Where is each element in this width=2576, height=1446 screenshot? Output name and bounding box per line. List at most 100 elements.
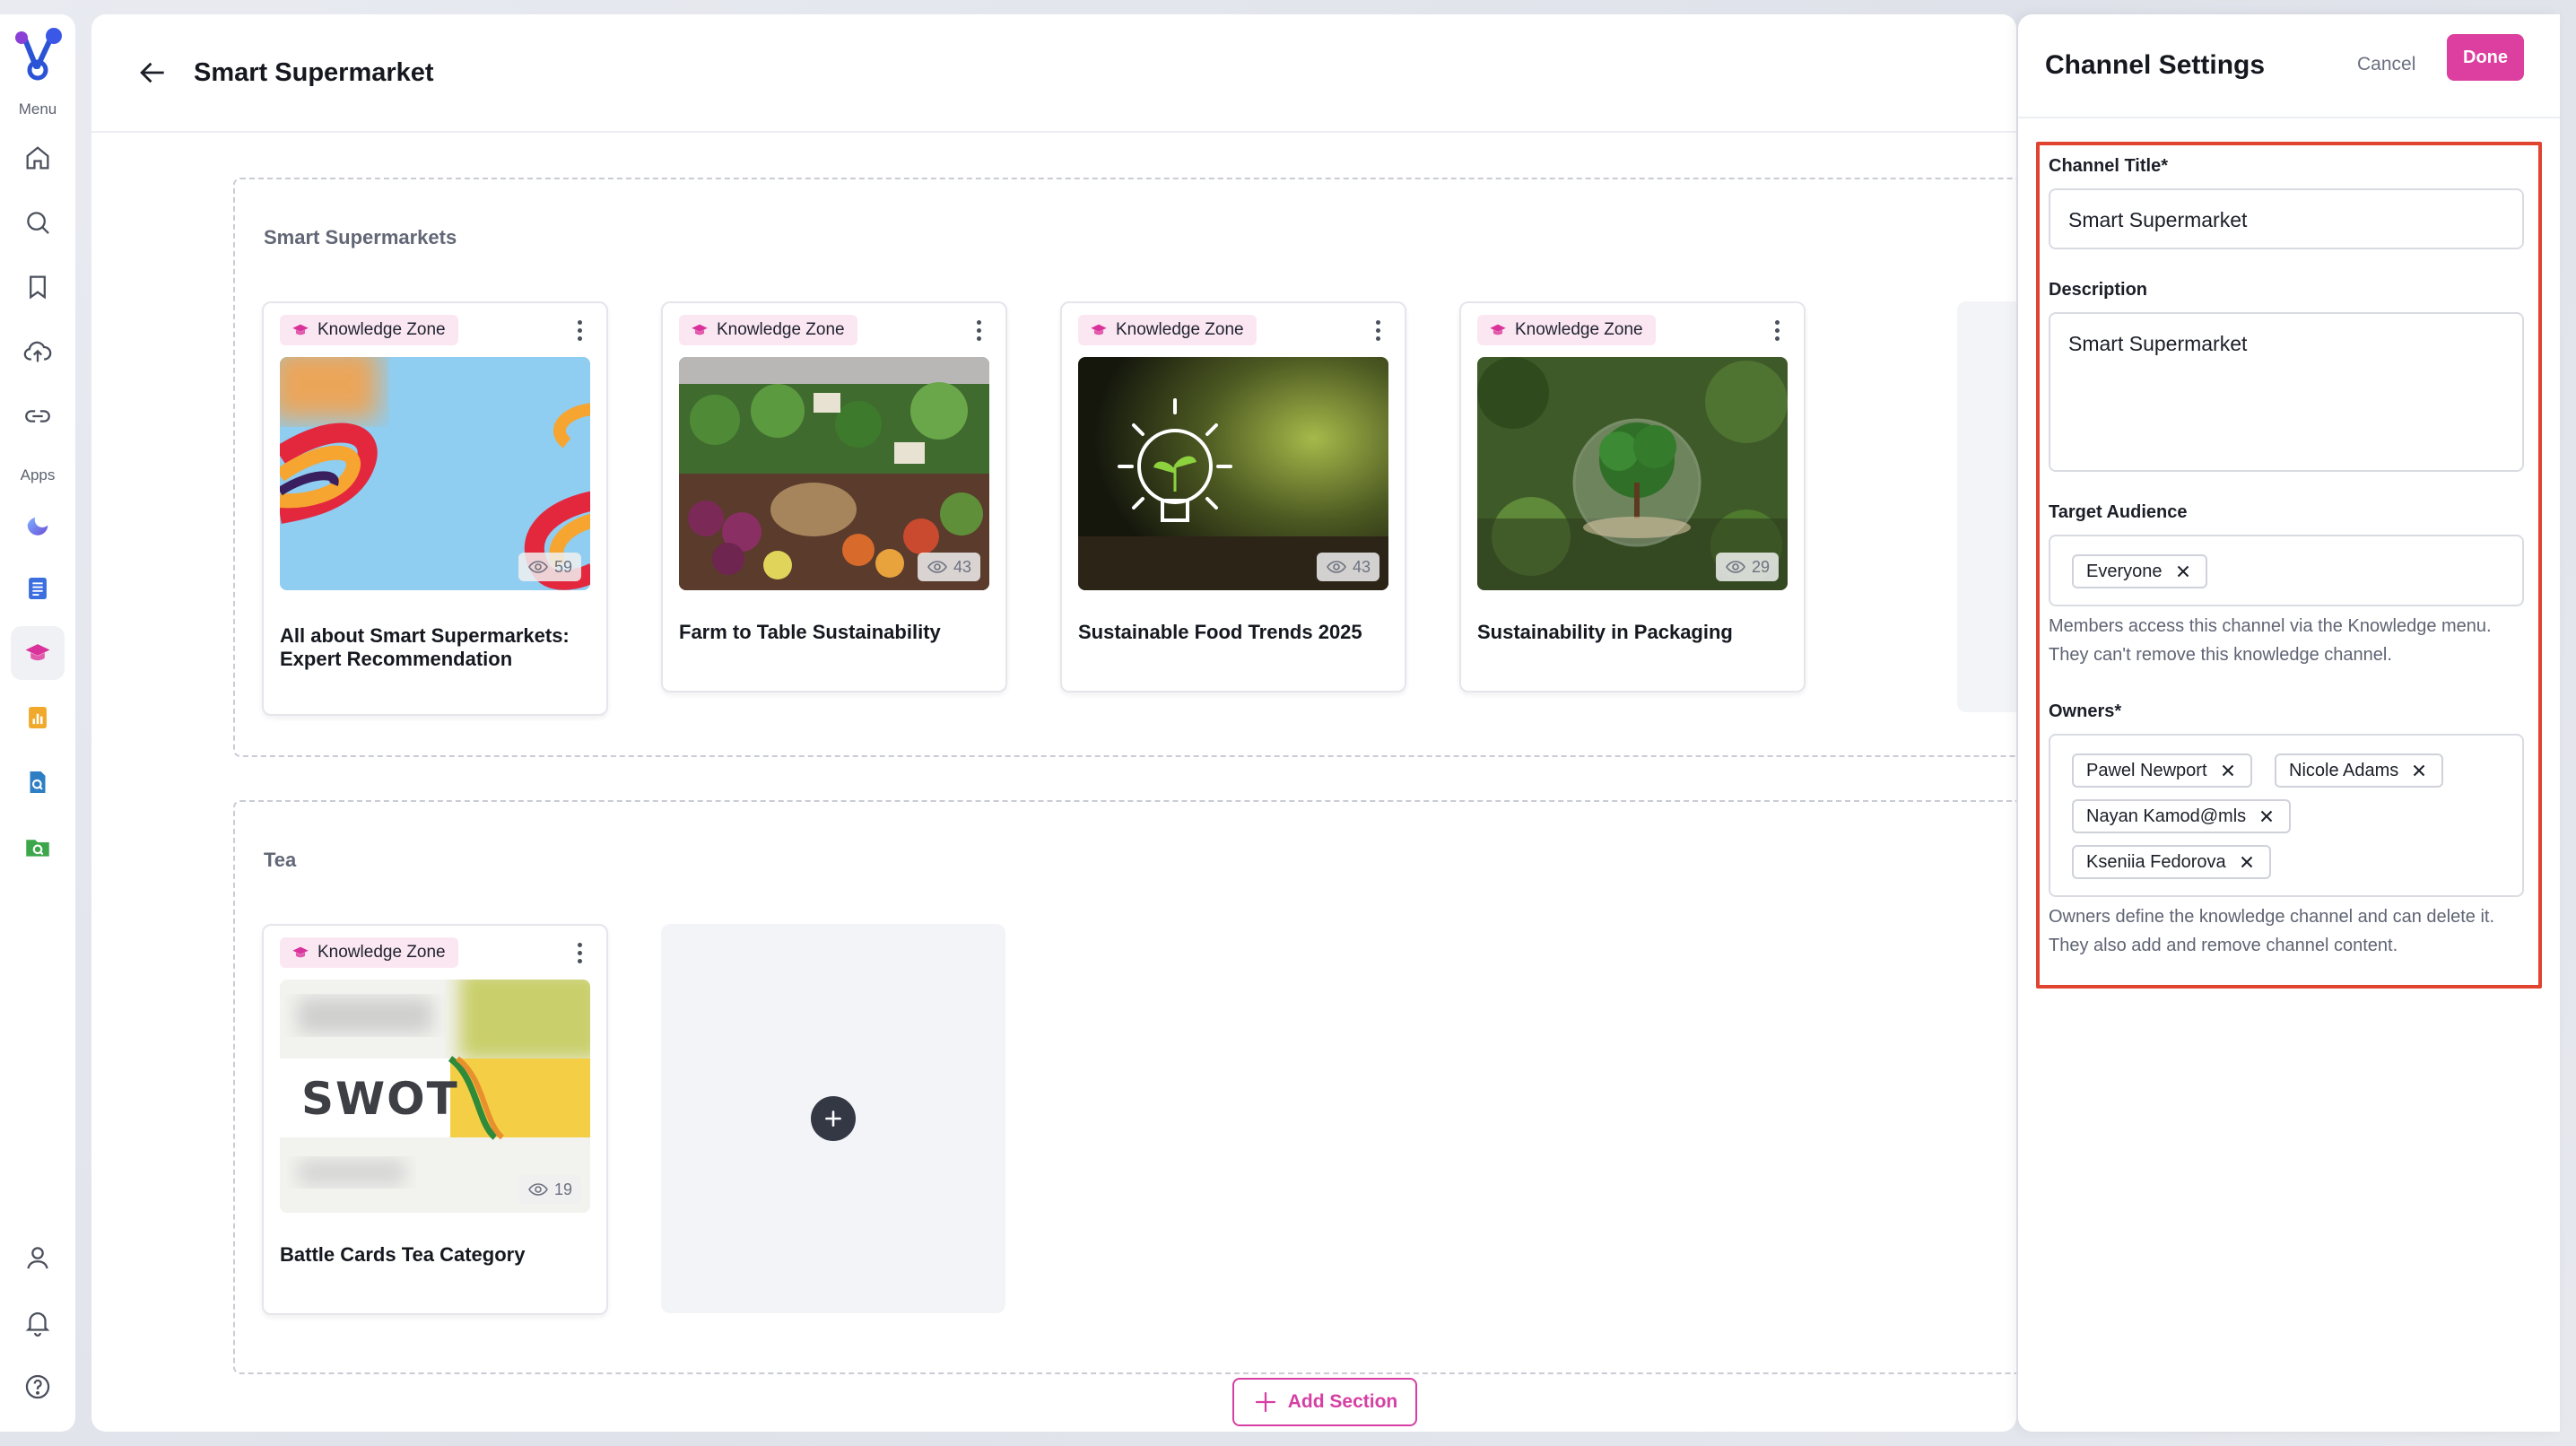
panel-title: Channel Settings (2045, 50, 2266, 80)
page-title: Smart Supermarket (194, 57, 434, 87)
card-menu-icon[interactable] (1766, 316, 1788, 344)
knowledge-zone-badge: Knowledge Zone (1477, 315, 1656, 345)
view-count: 29 (1715, 553, 1779, 581)
card-menu-icon[interactable] (968, 316, 989, 344)
chart-app-icon[interactable] (11, 691, 65, 745)
knowledge-app-icon[interactable] (11, 626, 65, 680)
badge-label: Knowledge Zone (318, 943, 446, 962)
view-count-value: 43 (1352, 557, 1371, 576)
description-value: Smart Supermarket (2068, 332, 2248, 355)
card-title: Battle Cards Tea Category (280, 1243, 526, 1266)
card-menu-icon[interactable] (569, 938, 590, 967)
left-rail: Menu Apps (0, 14, 75, 1432)
badge-label: Knowledge Zone (717, 320, 845, 339)
chip-label: Nayan Kamod@mls (2086, 806, 2247, 826)
folder-search-app-icon[interactable] (11, 820, 65, 874)
swot-thumbnail-text: SWOT (301, 1073, 459, 1125)
done-button[interactable]: Done (2447, 34, 2524, 81)
channel-title-input[interactable]: Smart Supermarket (2049, 188, 2524, 249)
view-count: 59 (518, 553, 581, 581)
back-arrow-icon[interactable] (133, 53, 172, 92)
remove-chip-icon[interactable] (2173, 562, 2193, 581)
card-thumbnail: SWOT 19 (280, 980, 590, 1213)
upload-icon[interactable] (11, 325, 65, 379)
add-section-label: Add Section (1287, 1391, 1398, 1412)
chip-label: Everyone (2086, 561, 2163, 581)
audience-chip: Everyone (2072, 554, 2207, 588)
target-audience-label: Target Audience (2049, 502, 2188, 522)
card-menu-icon[interactable] (1367, 316, 1388, 344)
card-menu-icon[interactable] (569, 316, 590, 344)
add-content-button[interactable] (811, 1096, 856, 1141)
app-logo[interactable] (9, 25, 66, 83)
view-count-value: 19 (553, 1180, 572, 1198)
owner-chip: Nicole Adams (2275, 753, 2444, 788)
remove-chip-icon[interactable] (2237, 852, 2257, 872)
owners-field[interactable]: Pawel Newport Nicole Adams Nayan Kamod@m… (2049, 734, 2524, 897)
remove-chip-icon[interactable] (2218, 761, 2238, 780)
view-count-value: 29 (1751, 557, 1770, 576)
card-thumbnail: 43 (1078, 357, 1388, 590)
view-count: 43 (917, 553, 980, 581)
eye-icon (528, 561, 548, 573)
home-icon[interactable] (11, 131, 65, 185)
view-count: 43 (1316, 553, 1379, 581)
chip-label: Pawel Newport (2086, 760, 2207, 780)
view-count: 19 (518, 1175, 581, 1204)
add-content-placeholder[interactable] (661, 924, 1005, 1313)
owners-help-text: Owners define the knowledge channel and … (2049, 907, 2495, 955)
add-section-button[interactable]: Add Section (1232, 1378, 1417, 1426)
help-icon[interactable] (11, 1360, 65, 1414)
bookmark-icon[interactable] (11, 260, 65, 314)
bell-icon[interactable] (11, 1295, 65, 1349)
content-card[interactable]: Knowledge Zone 59 All about Smart Superm… (262, 301, 608, 716)
badge-label: Knowledge Zone (1116, 320, 1244, 339)
panel-header: Channel Settings Cancel Done (2018, 14, 2560, 118)
view-count-value: 59 (553, 557, 572, 576)
card-title: Sustainability in Packaging (1477, 621, 1733, 643)
eye-icon (1726, 561, 1745, 573)
channel-title-value: Smart Supermarket (2068, 208, 2248, 231)
crescent-app-icon[interactable] (11, 497, 65, 551)
owner-chip: Nayan Kamod@mls (2072, 799, 2292, 833)
link-icon[interactable] (11, 389, 65, 443)
file-search-app-icon[interactable] (11, 755, 65, 809)
document-app-icon[interactable] (11, 562, 65, 615)
cancel-button[interactable]: Cancel (2357, 45, 2415, 84)
knowledge-zone-badge: Knowledge Zone (280, 937, 458, 968)
content-card[interactable]: Knowledge Zone 29 Sustainability in Pack… (1459, 301, 1806, 693)
content-card[interactable]: Knowledge Zone 43 Farm to Table Sustaina… (661, 301, 1007, 693)
knowledge-zone-icon (292, 324, 309, 335)
add-content-placeholder[interactable] (1957, 301, 2016, 712)
remove-chip-icon[interactable] (2409, 761, 2429, 780)
section-title[interactable]: Smart Supermarkets (264, 226, 457, 249)
eye-icon (927, 561, 947, 573)
chip-label: Kseniia Fedorova (2086, 851, 2226, 872)
card-thumbnail: 59 (280, 357, 590, 590)
channel-settings-panel: Channel Settings Cancel Done Channel Tit… (2018, 14, 2560, 1432)
knowledge-zone-badge: Knowledge Zone (1078, 315, 1257, 345)
knowledge-zone-icon (1091, 324, 1107, 335)
channel-title-label: Channel Title* (2049, 156, 2168, 176)
card-title: Sustainable Food Trends 2025 (1078, 621, 1362, 643)
card-title: All about Smart Supermarkets: Expert Rec… (280, 624, 570, 670)
owners-label: Owners* (2049, 701, 2122, 721)
menu-label: Menu (18, 100, 57, 118)
knowledge-zone-icon (692, 324, 708, 335)
view-count-value: 43 (953, 557, 971, 576)
section-title[interactable]: Tea (264, 849, 296, 872)
description-textarea[interactable]: Smart Supermarket (2049, 312, 2524, 472)
knowledge-zone-icon (292, 946, 309, 958)
user-icon[interactable] (11, 1231, 65, 1285)
knowledge-zone-icon (1490, 324, 1506, 335)
content-card[interactable]: Knowledge Zone SWOT 19 Battle Cards Tea … (262, 924, 608, 1315)
badge-label: Knowledge Zone (318, 320, 446, 339)
audience-help-text: Members access this channel via the Know… (2049, 616, 2492, 665)
target-audience-field[interactable]: Everyone (2049, 535, 2524, 606)
content-card[interactable]: Knowledge Zone 43 Sustainable Food Trend… (1060, 301, 1406, 693)
eye-icon (528, 1183, 548, 1196)
search-icon[interactable] (11, 196, 65, 249)
plus-icon (1255, 1391, 1275, 1413)
card-title: Farm to Table Sustainability (679, 621, 941, 643)
remove-chip-icon[interactable] (2257, 806, 2276, 826)
